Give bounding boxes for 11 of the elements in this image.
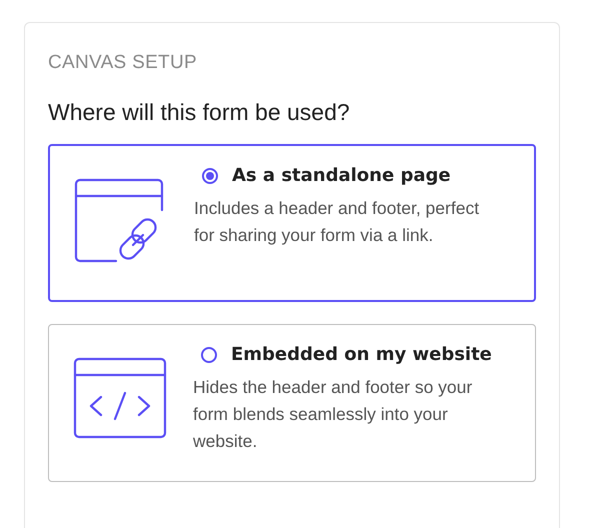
option-title: As a standalone page bbox=[232, 164, 451, 188]
option-description: Includes a header and footer, perfect for sharing your form via a link. bbox=[194, 197, 480, 247]
option-title: Embedded on my website bbox=[231, 343, 492, 367]
option-description: Hides the header and footer so your form blends seamlessly into your website. bbox=[193, 376, 474, 453]
question-text: Where will this form be used? bbox=[48, 98, 351, 127]
radio-button[interactable] bbox=[202, 168, 218, 184]
section-heading: CANVAS SETUP bbox=[48, 51, 198, 75]
browser-code-icon bbox=[73, 357, 167, 439]
option-card[interactable]: As a standalone page Includes a header and footer, perfect for sharing your form via a link. bbox=[48, 144, 536, 302]
radio-button[interactable] bbox=[201, 347, 217, 363]
option-card[interactable]: Embedded on my website Hides the header and footer so your form blends seamlessly into your website. bbox=[48, 324, 536, 482]
